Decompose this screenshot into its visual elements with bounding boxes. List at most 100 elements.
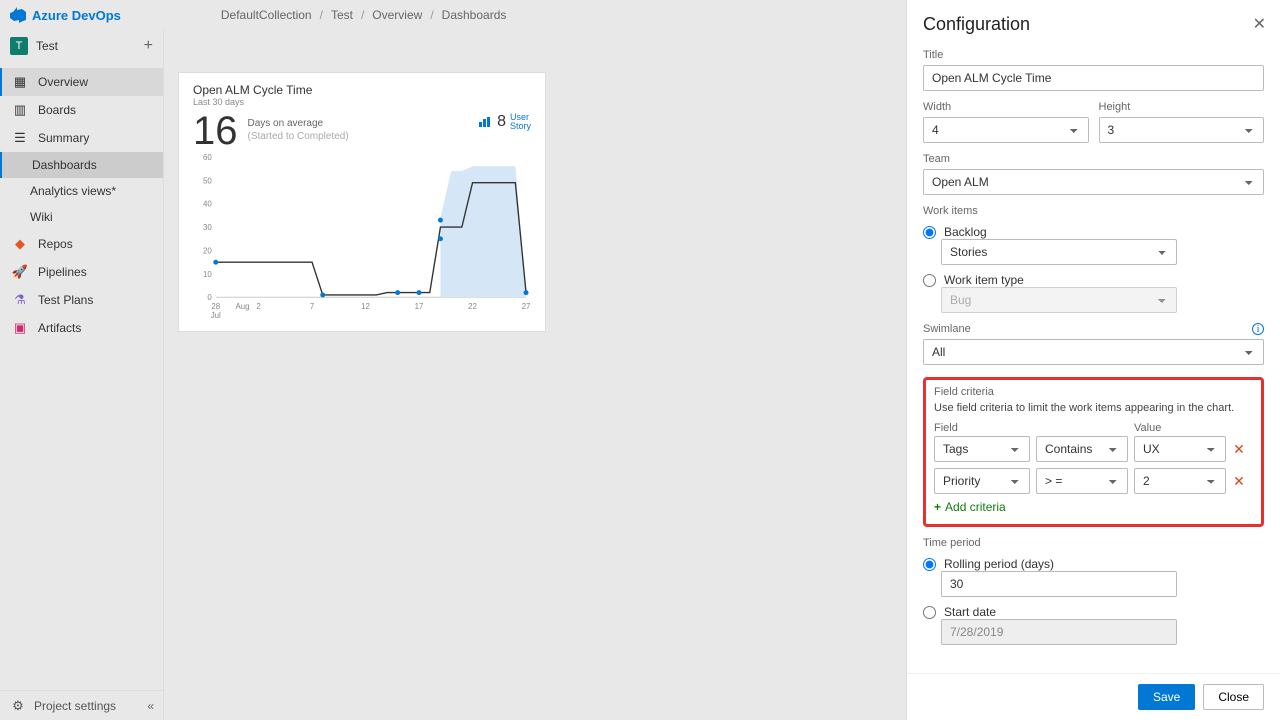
save-button[interactable]: Save (1138, 684, 1195, 710)
backlog-radio[interactable] (923, 226, 936, 239)
rolling-radio[interactable] (923, 558, 936, 571)
nav-list: ▦ Overview ▥ Boards ☰ Summary Dashboards… (0, 68, 163, 342)
criteria-value-select[interactable]: UX (1134, 436, 1226, 462)
nav-label: Test Plans (38, 293, 93, 307)
add-criteria-link[interactable]: + Add criteria (934, 500, 1253, 514)
delete-criteria-icon[interactable]: ✕ (1232, 473, 1246, 490)
nav-overview[interactable]: ▦ Overview (0, 68, 163, 96)
breadcrumb-item[interactable]: DefaultCollection (221, 8, 312, 22)
svg-text:20: 20 (203, 246, 212, 255)
wit-radio-label: Work item type (944, 273, 1024, 287)
left-nav: T Test + ▦ Overview ▥ Boards ☰ Summary D… (0, 30, 164, 720)
summary-icon: ☰ (12, 130, 28, 146)
startdate-input (941, 619, 1177, 645)
svg-text:Jul: Jul (211, 311, 221, 320)
overview-icon: ▦ (12, 74, 28, 90)
cycle-time-widget[interactable]: Open ALM Cycle Time Last 30 days 16 Days… (178, 72, 546, 332)
criteria-hint: Use field criteria to limit the work ite… (934, 402, 1253, 414)
nav-boards[interactable]: ▥ Boards (0, 96, 163, 124)
breadcrumb-item[interactable]: Overview (372, 8, 422, 22)
bar-icon (479, 117, 493, 127)
svg-text:50: 50 (203, 176, 212, 185)
project-settings[interactable]: ⚙ Project settings « (0, 690, 164, 720)
svg-text:10: 10 (203, 270, 212, 279)
info-icon[interactable]: i (1252, 323, 1264, 335)
widget-subtitle: Last 30 days (193, 97, 531, 107)
svg-text:17: 17 (415, 302, 424, 311)
brand-label: Azure DevOps (32, 8, 121, 23)
project-initial: T (10, 37, 28, 55)
col-value-label: Value (1134, 422, 1253, 434)
criteria-heading: Field criteria (934, 386, 1253, 398)
userstory-count[interactable]: 8 UserStory (479, 113, 531, 131)
azure-devops-icon (10, 7, 26, 23)
project-name: Test (36, 39, 58, 53)
svg-text:60: 60 (203, 153, 212, 162)
breadcrumb: DefaultCollection/ Test/ Overview/ Dashb… (221, 8, 507, 22)
criteria-field-select[interactable]: Tags (934, 436, 1030, 462)
nav-sub-dashboards[interactable]: Dashboards (0, 152, 163, 178)
criteria-field-select[interactable]: Priority (934, 468, 1030, 494)
nav-sub-wiki[interactable]: Wiki (0, 204, 163, 230)
close-icon[interactable]: ✕ (1253, 14, 1266, 34)
nav-label: Summary (38, 131, 89, 145)
project-selector[interactable]: T Test + (0, 30, 163, 62)
criteria-value-select[interactable]: 2 (1134, 468, 1226, 494)
nav-label: Project settings (34, 699, 116, 713)
nav-testplans[interactable]: ⚗ Test Plans (0, 286, 163, 314)
nav-label: Analytics views* (30, 184, 116, 198)
wit-radio[interactable] (923, 274, 936, 287)
svg-text:0: 0 (207, 293, 212, 302)
swimlane-select[interactable]: All (923, 339, 1264, 365)
svg-text:27: 27 (522, 302, 531, 311)
wit-radio-row[interactable]: Work item type (923, 273, 1264, 287)
startdate-radio-row[interactable]: Start date (923, 605, 1264, 619)
artifacts-icon: ▣ (12, 320, 28, 336)
widget-desc: Days on average (Started to Completed) (248, 111, 349, 143)
nav-pipelines[interactable]: 🚀 Pipelines (0, 258, 163, 286)
svg-text:30: 30 (203, 223, 212, 232)
collapse-icon[interactable]: « (147, 699, 154, 713)
nav-label: Pipelines (38, 265, 87, 279)
backlog-radio-row[interactable]: Backlog (923, 225, 1264, 239)
startdate-radio[interactable] (923, 606, 936, 619)
backlog-select[interactable]: Stories (941, 239, 1177, 265)
rolling-input[interactable] (941, 571, 1177, 597)
nav-label: Boards (38, 103, 76, 117)
brand[interactable]: Azure DevOps (10, 7, 121, 23)
nav-label: Repos (38, 237, 73, 251)
svg-text:12: 12 (361, 302, 370, 311)
width-select[interactable]: 4 (923, 117, 1089, 143)
config-panel: ✕ Configuration Title Width 4 Height 3 T… (906, 0, 1280, 720)
title-input[interactable] (923, 65, 1264, 91)
height-label: Height (1099, 101, 1265, 113)
wit-select: Bug (941, 287, 1177, 313)
nav-artifacts[interactable]: ▣ Artifacts (0, 314, 163, 342)
close-button[interactable]: Close (1203, 684, 1264, 710)
rolling-radio-row[interactable]: Rolling period (days) (923, 557, 1264, 571)
svg-text:Aug: Aug (235, 302, 249, 311)
nav-repos[interactable]: ◆ Repos (0, 230, 163, 258)
nav-summary[interactable]: ☰ Summary (0, 124, 163, 152)
breadcrumb-item[interactable]: Test (331, 8, 353, 22)
boards-icon: ▥ (12, 102, 28, 118)
pipelines-icon: 🚀 (12, 264, 28, 280)
swimlane-label: Swimlanei (923, 323, 1264, 335)
title-label: Title (923, 49, 1264, 61)
nav-sub-analytics[interactable]: Analytics views* (0, 178, 163, 204)
svg-text:40: 40 (203, 200, 212, 209)
height-select[interactable]: 3 (1099, 117, 1265, 143)
delete-criteria-icon[interactable]: ✕ (1232, 441, 1246, 458)
nav-label: Dashboards (32, 158, 97, 172)
nav-label: Overview (38, 75, 88, 89)
add-icon[interactable]: + (144, 37, 153, 55)
plus-icon: + (934, 500, 941, 514)
criteria-row: Priority > = 2 ✕ (934, 468, 1253, 494)
criteria-op-select[interactable]: Contains (1036, 436, 1128, 462)
breadcrumb-item[interactable]: Dashboards (442, 8, 507, 22)
criteria-op-select[interactable]: > = (1036, 468, 1128, 494)
team-select[interactable]: Open ALM (923, 169, 1264, 195)
svg-text:22: 22 (468, 302, 477, 311)
nav-label: Wiki (30, 210, 53, 224)
repos-icon: ◆ (12, 236, 28, 252)
